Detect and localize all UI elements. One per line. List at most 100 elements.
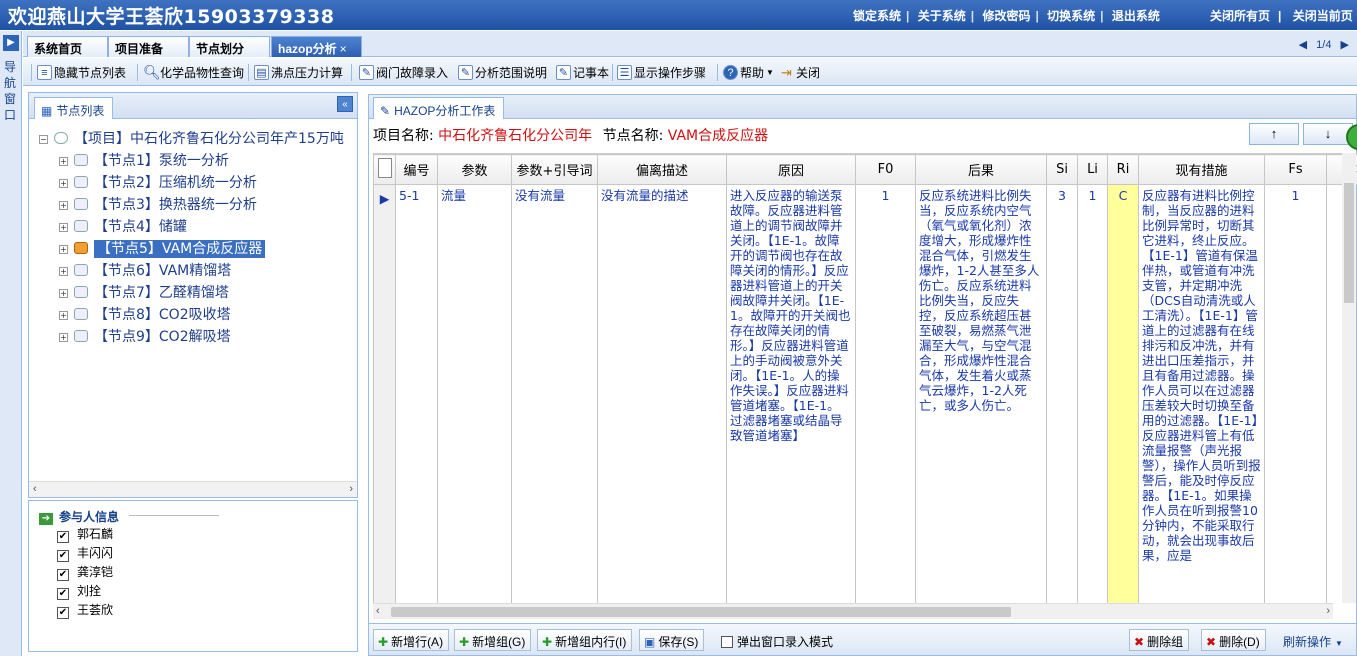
node-list-tab[interactable]: ▦ 节点列表	[34, 97, 114, 119]
valve-fault-entry-button[interactable]: ✎ 阀门故障录入	[359, 63, 448, 81]
tree-node-3[interactable]: + 【节点3】换热器统一分析	[59, 195, 257, 215]
tree-node-7[interactable]: + 【节点7】乙醛精馏塔	[59, 283, 229, 303]
expand-icon[interactable]: +	[59, 179, 68, 188]
cell-f0[interactable]: 1	[855, 184, 916, 613]
cell-cause[interactable]: 进入反应器的输送泵故障。反应器进料管道上的调节阀故障并关闭。【1E-1。故障开的…	[726, 184, 856, 613]
show-steps-button[interactable]: ☰ 显示操作步骤	[617, 63, 706, 81]
table-row[interactable]: ▶ 5-1 流量 没有流量 没有流量的描述 进入反应器的输送泵故障。反应器进料管…	[373, 184, 1357, 613]
save-button[interactable]: ▣ 保存(S)	[639, 629, 705, 651]
scroll-thumb[interactable]	[391, 607, 1011, 617]
cell-measures[interactable]: 反应器有进料比例控制，当反应器的进料比例异常时，切断其它进料，终止反应。【1E-…	[1138, 184, 1265, 613]
scroll-thumb[interactable]	[1344, 183, 1354, 303]
worksheet-tab[interactable]: ✎ HAZOP分析工作表	[373, 97, 505, 119]
delete-group-button[interactable]: ✖ 删除组	[1129, 629, 1190, 651]
participant-item[interactable]: ✔ 丰闪闪	[57, 544, 113, 562]
column-header[interactable]: Li	[1077, 154, 1108, 185]
expand-icon[interactable]: +	[59, 245, 68, 254]
tab-home[interactable]: 系统首页	[27, 36, 108, 57]
expand-icon[interactable]: +	[59, 157, 68, 166]
participant-item[interactable]: ✔ 刘拴	[57, 582, 101, 600]
participant-item[interactable]: ✔ 龚淳铠	[57, 563, 113, 581]
column-header[interactable]: 参数	[437, 154, 512, 185]
participant-checkbox[interactable]: ✔	[57, 550, 69, 562]
column-header[interactable]: 参数+引导词	[511, 154, 598, 185]
tree-node-5[interactable]: + 【节点5】VAM合成反应器	[59, 239, 266, 259]
prev-page-icon[interactable]: ◀	[1299, 39, 1307, 51]
cell-fs[interactable]: 1	[1264, 184, 1327, 613]
nav-window-strip[interactable]: ▶ 导航窗口	[0, 31, 22, 656]
hide-node-list-button[interactable]: ≡ 隐藏节点列表	[37, 63, 126, 81]
tree-node-4[interactable]: + 【节点4】储罐	[59, 217, 187, 237]
column-header[interactable]: 现有措施	[1138, 154, 1265, 185]
participant-item[interactable]: ✔ 王荟欣	[57, 601, 113, 619]
refresh-menu[interactable]: 刷新操作 ▼	[1283, 633, 1343, 650]
tab-hazop-analysis[interactable]: hazop分析 ×	[271, 36, 362, 57]
switch-system-link[interactable]: 切换系统	[1047, 9, 1095, 23]
cell-param[interactable]: 流量	[437, 184, 512, 613]
scroll-left-icon[interactable]: ‹	[33, 483, 37, 495]
column-header[interactable]: 编号	[395, 154, 438, 185]
grid-horizontal-scrollbar[interactable]: ‹ ›	[373, 603, 1333, 619]
exit-system-link[interactable]: 退出系统	[1112, 9, 1160, 23]
tree-node-1[interactable]: + 【节点1】泵统一分析	[59, 151, 229, 171]
add-row-button[interactable]: ✚ 新增行(A)	[373, 629, 450, 651]
participant-checkbox[interactable]: ✔	[57, 588, 69, 600]
expand-icon[interactable]: +	[59, 289, 68, 298]
participant-item[interactable]: ✔ 郭石麟	[57, 525, 113, 543]
cell-deviation[interactable]: 没有流量的描述	[597, 184, 727, 613]
cell-consequence[interactable]: 反应系统进料比例失当，反应系统内空气（氧气或氧化剂）浓度增大，形成爆炸性混合气体…	[915, 184, 1047, 613]
participant-checkbox[interactable]: ✔	[57, 531, 69, 543]
collapse-panel-icon[interactable]: «	[337, 96, 353, 112]
participant-checkbox[interactable]: ✔	[57, 569, 69, 581]
add-group-button[interactable]: ✚ 新增组(G)	[454, 629, 532, 651]
tree-node-6[interactable]: + 【节点6】VAM精馏塔	[59, 261, 231, 281]
tree-project-node[interactable]: − 【项目】中石化齐鲁石化分公司年产15万吨	[39, 129, 344, 149]
column-header[interactable]: 偏离描述	[597, 154, 727, 185]
column-header[interactable]: 原因	[726, 154, 856, 185]
tab-node-division[interactable]: 节点划分	[189, 36, 270, 57]
column-header[interactable]: F0	[855, 154, 916, 185]
column-header[interactable]: Si	[1046, 154, 1078, 185]
notepad-button[interactable]: ✎ 记事本	[556, 63, 609, 81]
tree-horizontal-scrollbar[interactable]: ‹ ›	[29, 481, 357, 497]
move-up-button[interactable]: ↑	[1249, 123, 1299, 145]
add-group-row-button[interactable]: ✚ 新增组内行(I)	[537, 629, 633, 651]
grid-vertical-scrollbar[interactable]	[1342, 153, 1356, 603]
scroll-right-icon[interactable]: ›	[349, 483, 353, 495]
cell-ri[interactable]: C	[1107, 184, 1139, 613]
expand-icon[interactable]: +	[59, 333, 68, 342]
popup-mode-checkbox[interactable]	[721, 636, 733, 648]
expand-nav-icon[interactable]: ▶	[3, 35, 19, 51]
expand-icon[interactable]: +	[59, 311, 68, 320]
close-current-page-link[interactable]: 关闭当前页	[1293, 9, 1353, 23]
column-header[interactable]: Fs	[1264, 154, 1327, 185]
delete-button[interactable]: ✖ 删除(D)	[1201, 629, 1266, 651]
cell-li[interactable]: 1	[1077, 184, 1108, 613]
expand-icon[interactable]: +	[59, 267, 68, 276]
tree-node-8[interactable]: + 【节点8】CO2吸收塔	[59, 305, 231, 325]
tree-node-9[interactable]: + 【节点9】CO2解吸塔	[59, 327, 231, 347]
scroll-left-icon[interactable]: ‹	[376, 605, 380, 617]
boiling-pressure-calc-button[interactable]: ▤ 沸点压力计算	[254, 63, 343, 81]
row-selector-icon[interactable]: ▶	[373, 184, 396, 613]
next-page-icon[interactable]: ▶	[1341, 39, 1349, 51]
participant-checkbox[interactable]: ✔	[57, 607, 69, 619]
lock-system-link[interactable]: 锁定系统	[853, 9, 901, 23]
scroll-right-icon[interactable]: ›	[1326, 605, 1330, 617]
column-header[interactable]: 后果	[915, 154, 1047, 185]
help-button[interactable]: ? 帮助 ▼	[723, 63, 774, 81]
tab-project-prep[interactable]: 项目准备	[108, 36, 189, 57]
about-system-link[interactable]: 关于系统	[918, 9, 966, 23]
close-button[interactable]: ⇥ 关闭	[779, 63, 820, 81]
cell-id[interactable]: 5-1	[395, 184, 438, 613]
cell-guideword[interactable]: 没有流量	[511, 184, 598, 613]
cell-si[interactable]: 3	[1046, 184, 1078, 613]
expand-icon[interactable]: +	[59, 201, 68, 210]
analysis-scope-button[interactable]: ✎ 分析范围说明	[458, 63, 547, 81]
change-password-link[interactable]: 修改密码	[982, 9, 1030, 23]
chemical-query-button[interactable]: 🔍︎ 化学品物性查询	[143, 63, 244, 81]
collapse-icon[interactable]: −	[39, 135, 48, 144]
close-all-pages-link[interactable]: 关闭所有页	[1210, 9, 1270, 23]
column-header[interactable]: Ri	[1107, 154, 1139, 185]
popup-mode-toggle[interactable]: 弹出窗口录入模式	[721, 633, 833, 650]
